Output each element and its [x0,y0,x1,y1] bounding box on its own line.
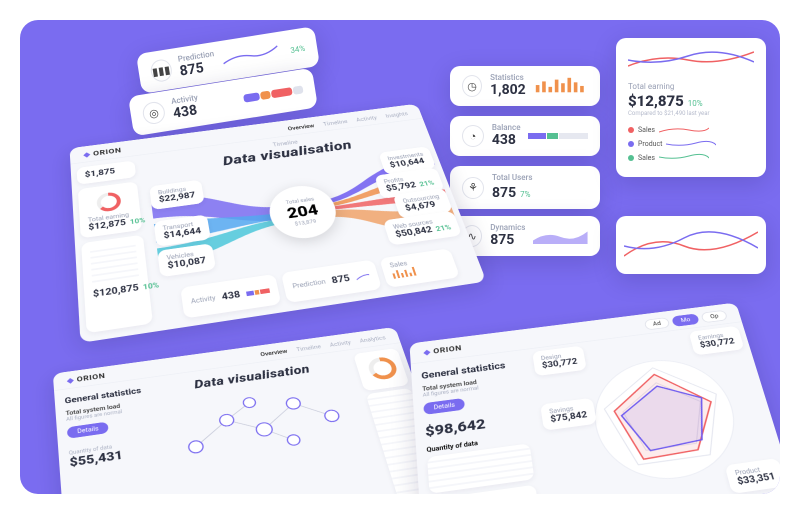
pct-badge: 10% [688,99,703,108]
value: 438 [172,103,201,122]
brand-logo: ORION [83,147,122,159]
legend-item: Sales [628,153,754,163]
main-panel: Timeline Data visualisation Total sa [140,119,486,328]
radar-label: Product$33,351 [725,458,780,494]
card-lines[interactable] [616,216,766,274]
brand-logo: ORION [67,373,106,386]
details-button[interactable]: Details [67,422,109,439]
dashboard-secondary[interactable]: ORION OverviewTimelineActivityAnalytics … [53,327,456,494]
earning-donut[interactable]: Total earning $12,87510% [78,181,142,238]
value: $12,875 [628,92,684,110]
value: 875 [490,233,525,248]
radar-panel: Earnings$30,772 Design$30,772 Savings$75… [526,322,780,494]
card-total-earning[interactable]: Total earning $12,875 10% Compared to $21… [616,38,766,177]
chip[interactable]: Ad [643,317,670,330]
dashboard-main[interactable]: ORION Overview Timeline Activity Insight… [70,104,487,343]
donut-card[interactable] [353,348,410,391]
tab[interactable]: Overview [287,123,315,132]
chip-active[interactable]: Mo [671,313,700,327]
area-spark [533,226,588,246]
pct-badge: 7% [520,190,530,199]
gauge-icon: ◔ [462,125,484,147]
sparkline [222,42,280,71]
dashboard-radar[interactable]: ORION Ad Mo Op General statistics Total … [409,303,780,494]
value: 1,802 [490,83,526,98]
bar-segments [243,85,304,102]
users-icon: ⚘ [462,177,484,199]
chip[interactable]: Op [701,310,728,323]
legend-item: Product [628,139,754,149]
value: 438 [492,133,521,148]
label: Total earning [628,82,754,91]
details-button[interactable]: Details [423,398,465,415]
widget-balance[interactable]: ◔ Balance438 [450,116,600,156]
footer-sales[interactable]: Sales [379,248,460,288]
value: 875 [492,185,516,201]
seg-bar [528,133,588,139]
tab[interactable]: Timeline [323,119,349,127]
multi-line-chart [624,224,758,266]
widget-statistics[interactable]: ◷ Statistics1,802 [450,66,600,106]
dashboard-showcase: ▮▮▮ Prediction 875 34% ◎ Activity 438 ◷ … [20,20,780,494]
brand-logo: ORION [423,345,462,358]
bars-icon: ▮▮▮ [149,58,173,83]
bars-mini [534,76,588,96]
widget-total-users[interactable]: ⚘ Total Users 875 7% [450,166,600,209]
mini-stat[interactable]: $1,875 [77,160,137,184]
legend-item: Sales [628,125,754,135]
table-mini[interactable]: $120,87510% [81,235,153,334]
tab[interactable]: Activity [356,115,378,123]
label: Total Users [492,174,532,183]
pct-badge: 34% [290,43,306,54]
target-icon: ◎ [141,100,166,125]
compared-text: Compared to $21,490 last year [628,110,754,117]
line-chart-mini [628,48,754,72]
tab[interactable]: Insights [385,111,409,119]
value: 875 [179,59,218,80]
clock-icon: ◷ [462,75,482,97]
